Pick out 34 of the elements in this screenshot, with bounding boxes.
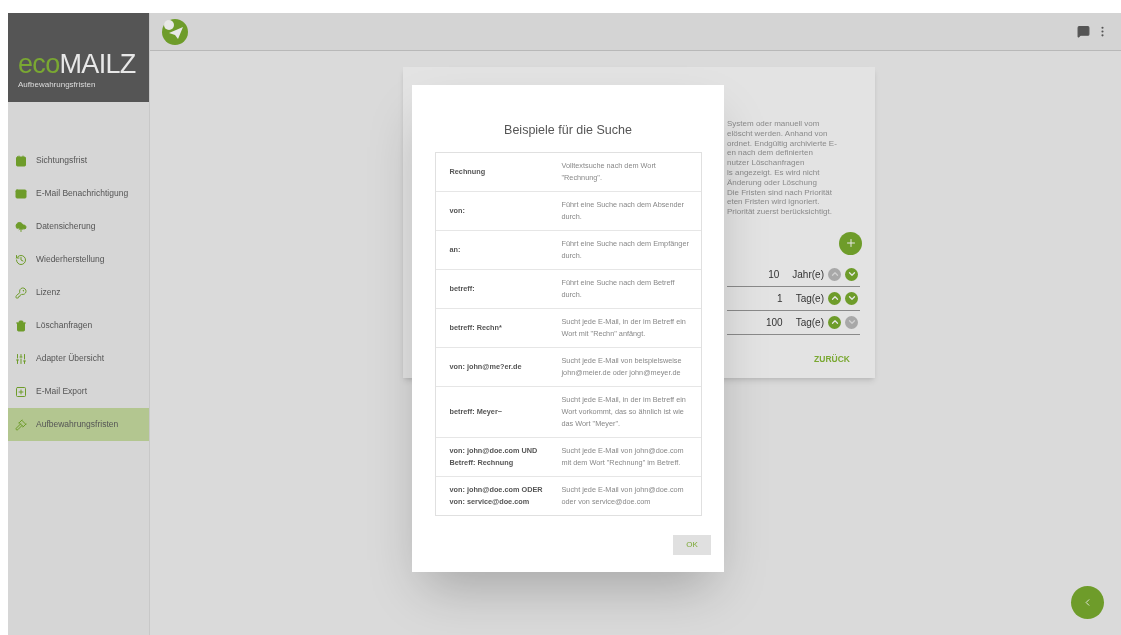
duration-value: 1 [777, 291, 783, 306]
sidebar-item[interactable]: E-Mail Export [8, 375, 149, 408]
subtitle: Aufbewahrungsfristen [18, 79, 97, 91]
sidebar-item[interactable]: Lizenz [8, 276, 149, 309]
sidebar-item[interactable]: Adapter Übersicht [8, 342, 149, 375]
sliders-icon [15, 352, 27, 365]
sidebar-item[interactable]: Sichtungsfrist [8, 144, 149, 177]
dialog-title: Beispiele für die Suche [504, 122, 632, 139]
sidebar-item[interactable]: Datensicherung [8, 210, 149, 243]
plus-icon [844, 237, 857, 250]
sidebar-item[interactable]: Löschanfragen [8, 309, 149, 342]
duration-unit: Tag(e) [795, 315, 824, 330]
gavel-icon [15, 418, 27, 431]
sidebar-item[interactable]: Aufbewahrungsfristen [8, 408, 149, 441]
description-text: System oder manuell vom elöscht werden. Anhand von ordnet. Endgültig archivierte E- en nach dem definierten nutzer Löschanfragen ls angezeigt. Es wird nicht Änderung oder Löschung Die Fristen sind nach Priorität eten Fristen wird ignoriert. Priorität zuerst berücksichtigt. [727, 119, 838, 217]
trash-icon [15, 319, 27, 332]
logo-icon [162, 18, 188, 45]
box-icon [15, 385, 27, 398]
history-icon [15, 253, 27, 266]
key-icon [15, 286, 27, 299]
duration-value: 100 [765, 315, 783, 330]
sidebar-item[interactable]: E-Mail Benachrichtigung [8, 177, 149, 210]
duration-unit: Jahr(e) [792, 267, 824, 282]
down-button[interactable] [845, 267, 858, 281]
duration-value: 10 [768, 267, 780, 282]
duration-unit: Tag(e) [795, 291, 824, 306]
up-button[interactable] [828, 315, 841, 329]
sidebar-item[interactable]: Wiederherstellung [8, 243, 149, 276]
up-button[interactable] [828, 291, 841, 305]
cloud-upload-icon [15, 220, 27, 233]
logo-text: ecoMAILZ [18, 49, 137, 79]
down-button[interactable] [845, 291, 858, 305]
add-button[interactable] [839, 231, 862, 255]
chat-icon[interactable] [1077, 25, 1090, 38]
